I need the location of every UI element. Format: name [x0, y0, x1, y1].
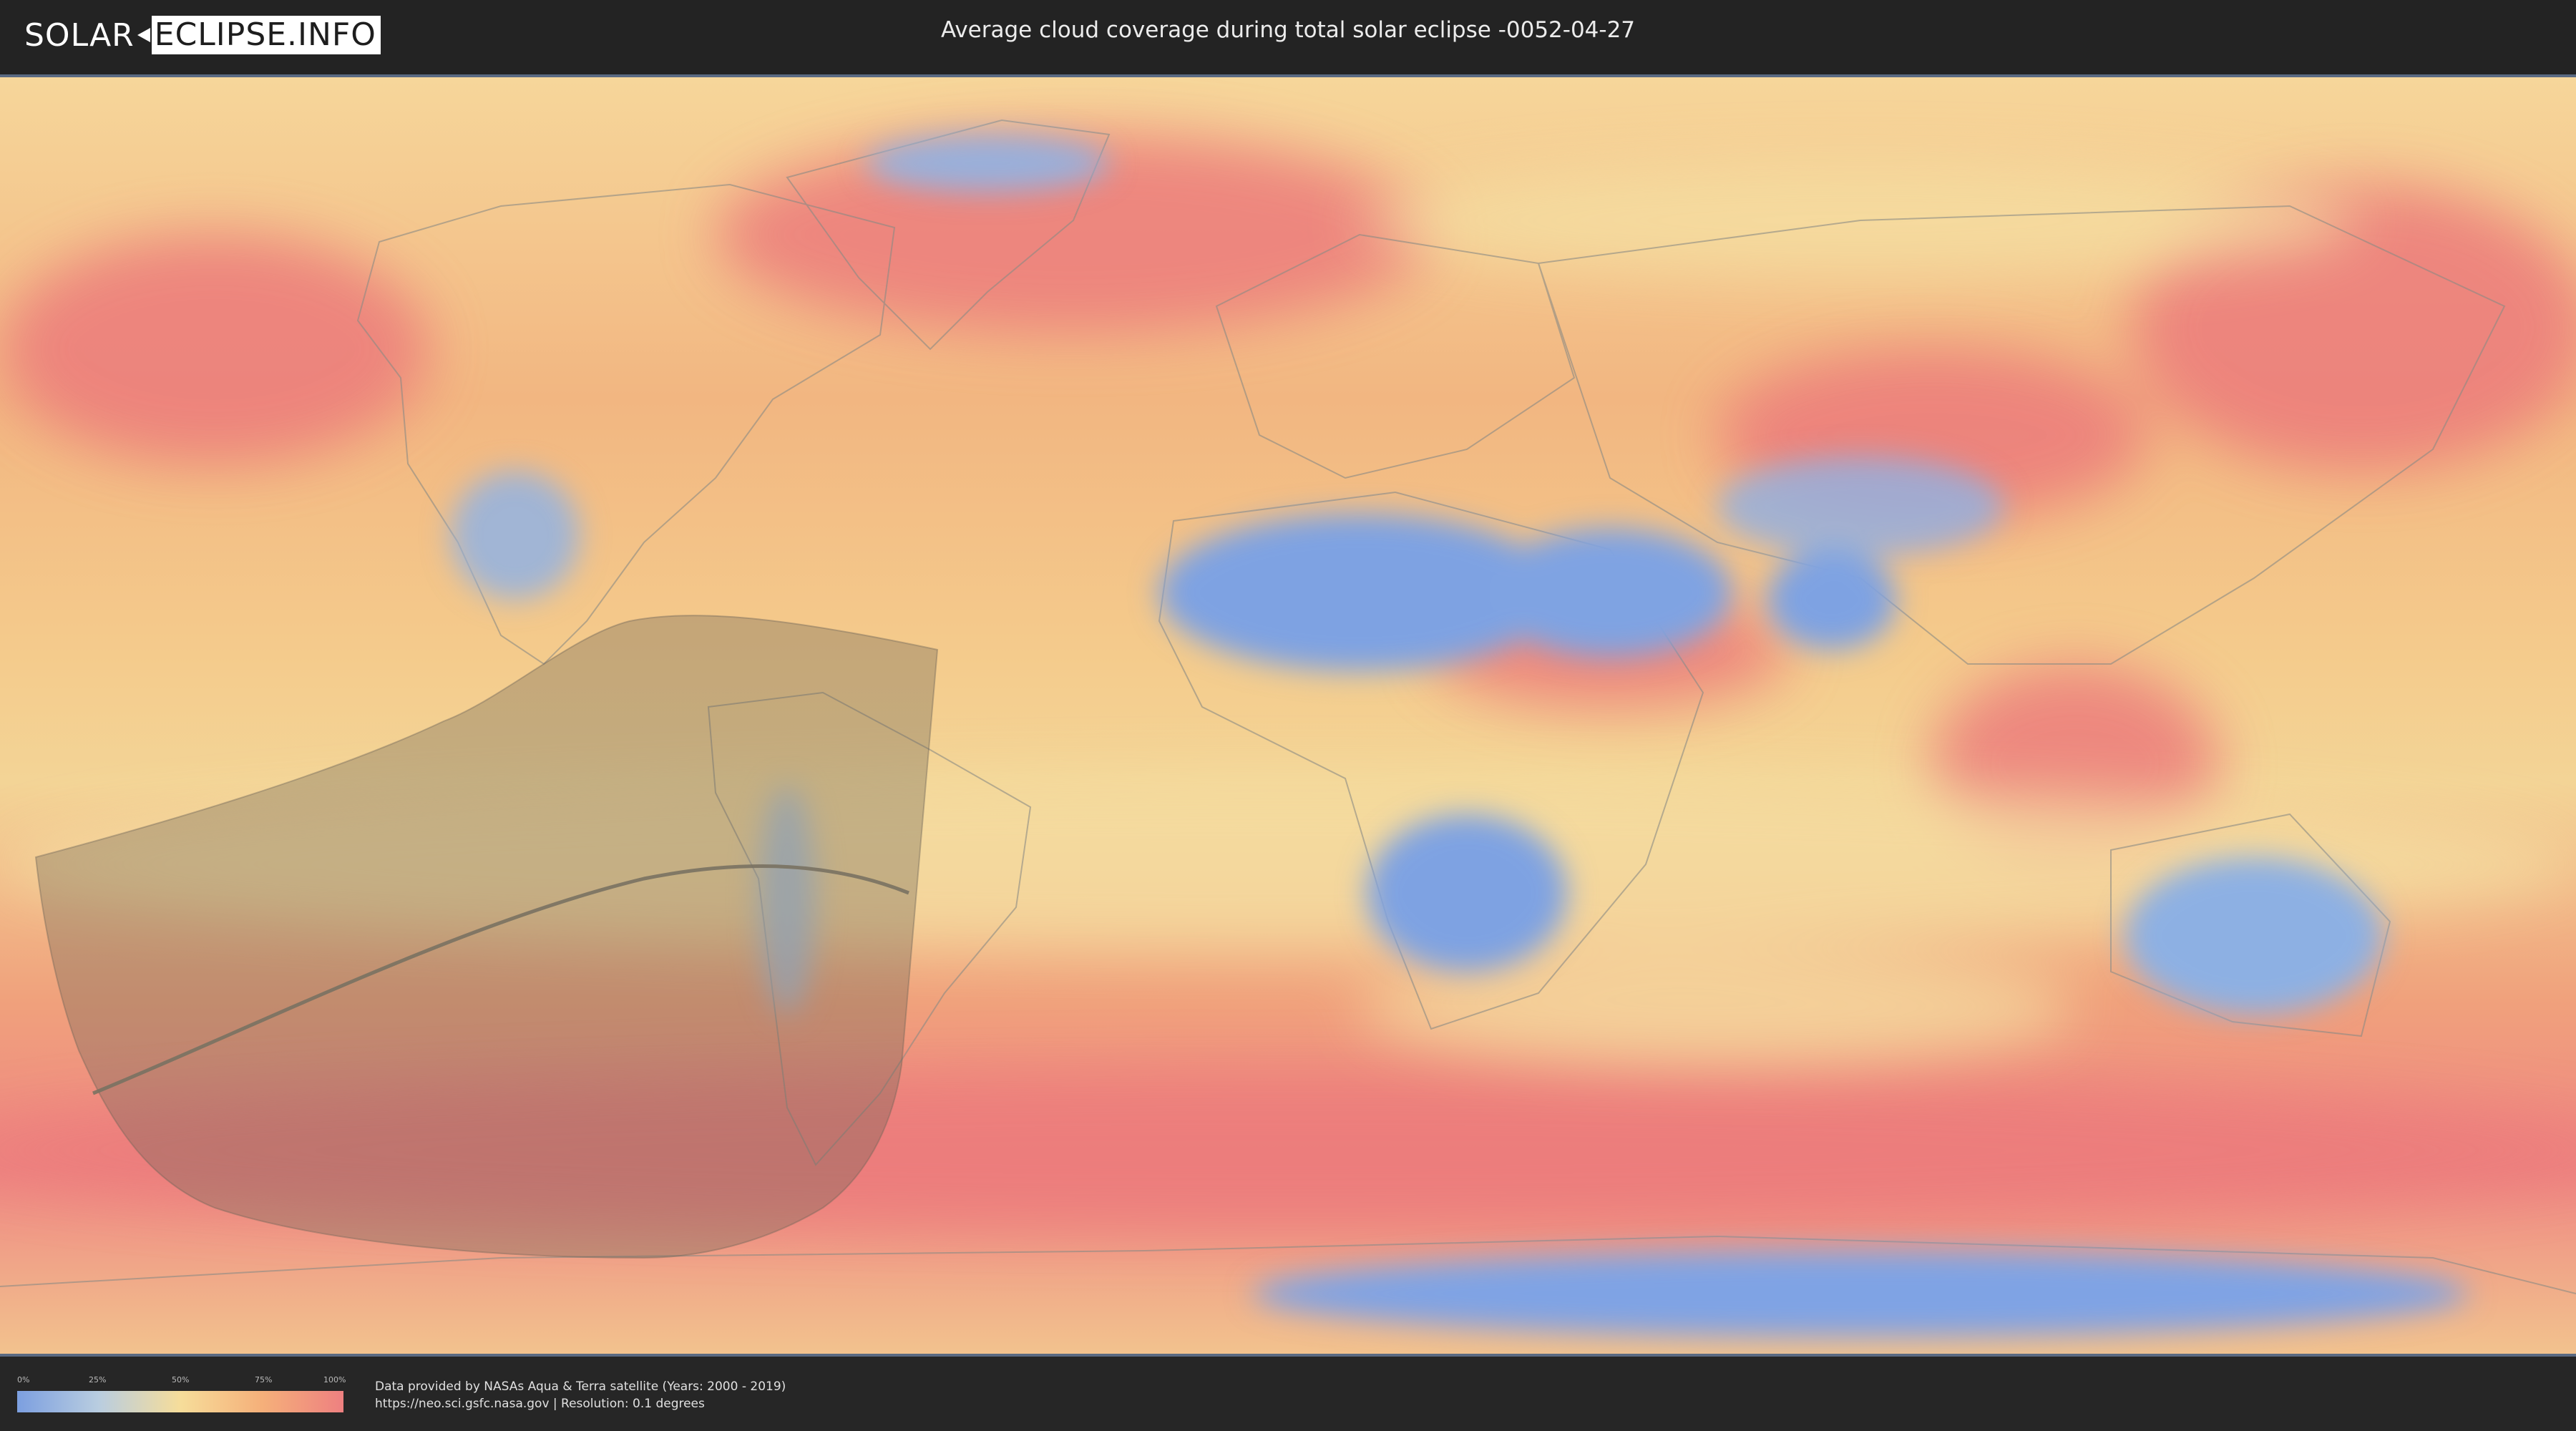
legend-tick: 50%	[172, 1375, 190, 1384]
india-clear	[1767, 550, 1896, 650]
antarctica-clear	[1252, 1251, 2469, 1337]
legend-tick: 25%	[89, 1375, 107, 1384]
legend-ticks: 0% 25% 50% 75% 100%	[17, 1375, 346, 1385]
north-america-sw-clear	[451, 471, 580, 600]
legend-color-bar	[17, 1391, 343, 1412]
central-asia-clear	[1717, 456, 2004, 557]
greenland-clear	[866, 135, 1109, 192]
world-map-svg	[0, 77, 2576, 1354]
page-title: Average cloud coverage during total sola…	[940, 17, 1636, 43]
legend-tick: 100%	[323, 1375, 346, 1384]
legend-tick: 0%	[17, 1375, 30, 1384]
arabia-clear	[1488, 528, 1732, 657]
southern-africa-clear	[1367, 814, 1567, 972]
legend-tick: 75%	[255, 1375, 273, 1384]
cloud-coverage-map[interactable]	[0, 74, 2576, 1357]
data-credit: Data provided by NASAs Aqua & Terra sate…	[375, 1378, 786, 1412]
credit-line-url: https://neo.sci.gsfc.nasa.gov | Resoluti…	[375, 1397, 705, 1411]
credit-line-source: Data provided by NASAs Aqua & Terra sate…	[375, 1379, 786, 1394]
top-bar: SOLAR ECLIPSE.INFO Average cloud coverag…	[0, 0, 2576, 72]
australia-clear	[2125, 857, 2383, 1015]
